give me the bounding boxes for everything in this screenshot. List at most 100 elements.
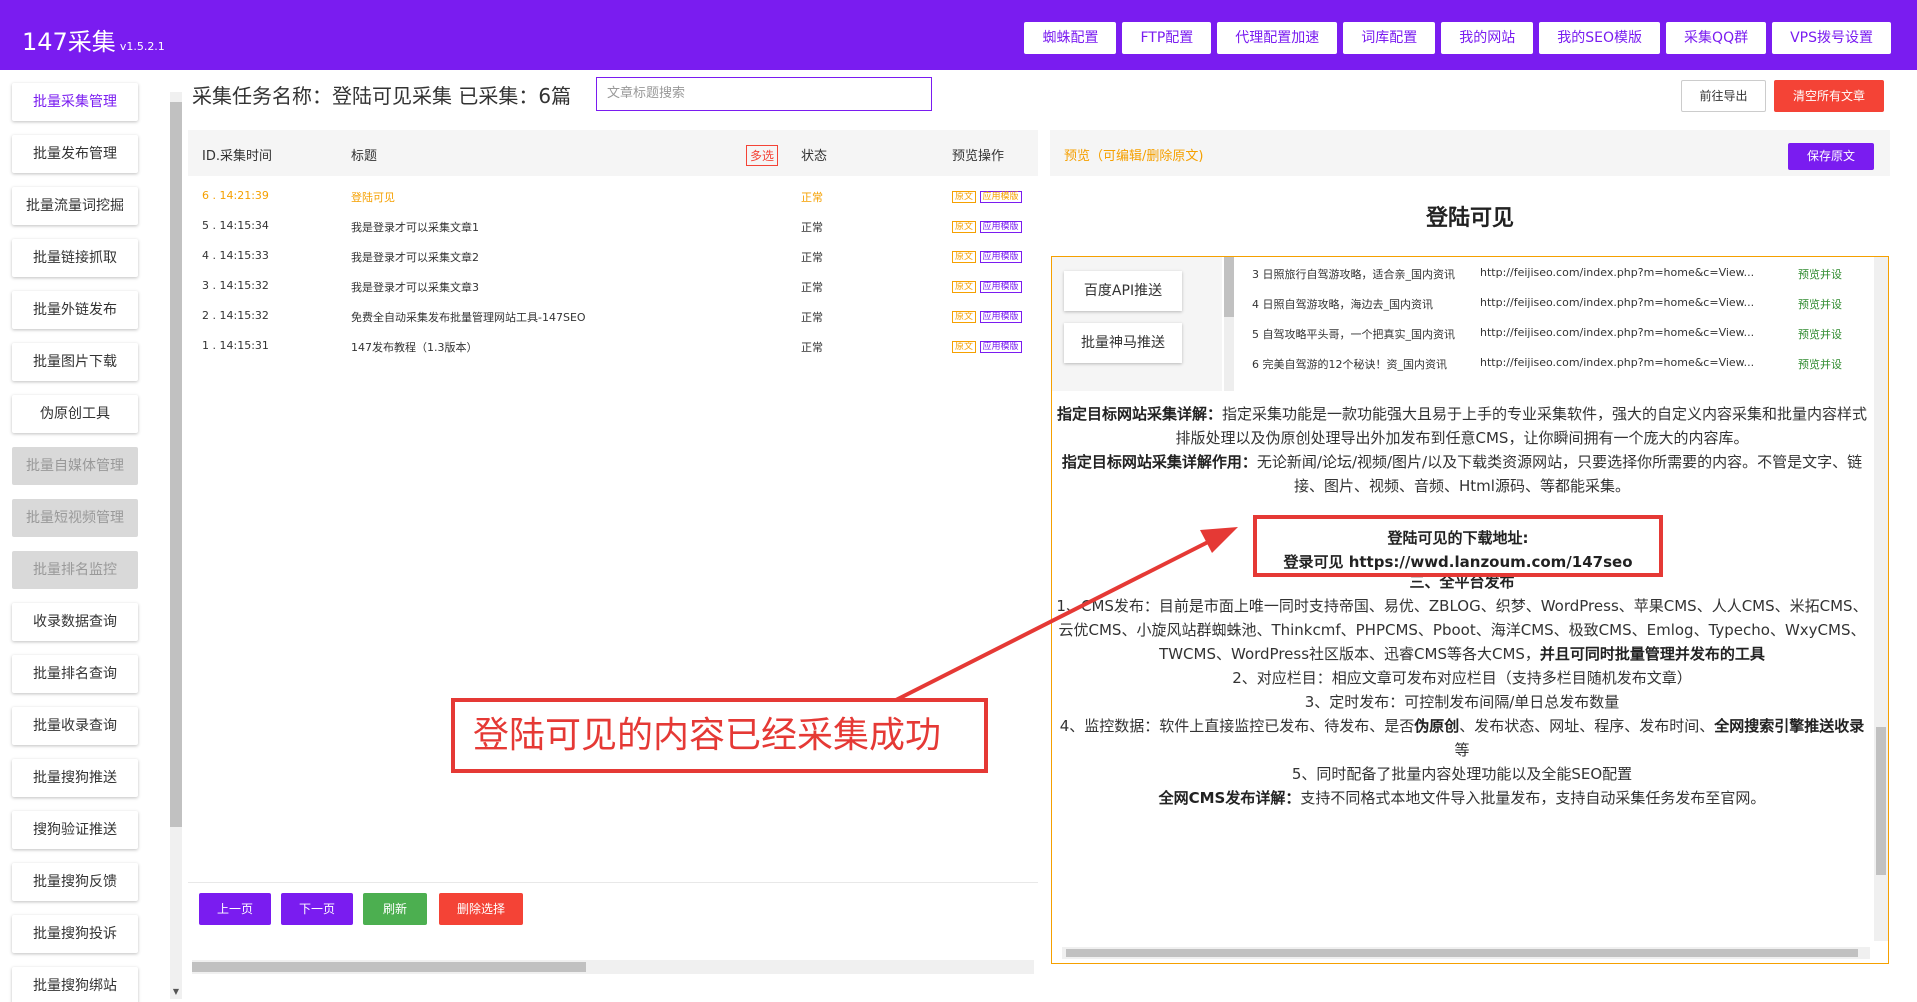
- content-paragraph: 全网CMS发布详解：支持不同格式本地文件导入批量发布，支持自动采集任务发布至官网…: [1056, 786, 1868, 810]
- table-row[interactable]: 5 . 14:15:34 我是登录才可以采集文章1 正常 原文 应用模版: [188, 210, 1038, 240]
- article-search-input[interactable]: 文章标题搜索: [596, 77, 932, 111]
- sidebar-item-rank-query[interactable]: 批量排名查询: [12, 655, 138, 693]
- top-bar: 147采集 v1.5.2.1 蜘蛛配置 FTP配置 代理配置加速 词库配置 我的网…: [0, 0, 1917, 70]
- content-paragraph: 1、CMS发布：目前是市面上唯一同时支持帝国、易优、ZBLOG、织梦、WordP…: [1056, 594, 1868, 666]
- apply-template-button[interactable]: 应用模版: [979, 251, 1022, 263]
- embed-row-title: 4 日照自驾游攻略，海边去_国内资讯: [1252, 298, 1433, 311]
- preview-editor[interactable]: 百度API推送 批量神马推送 3 日照旅行自驾游攻略，适合亲_国内资讯 http…: [1051, 256, 1889, 964]
- header-id-time: ID.采集时间: [202, 149, 272, 164]
- table-row[interactable]: 3 . 14:15:32 我是登录才可以采集文章3 正常 原文 应用模版: [188, 270, 1038, 300]
- view-original-button[interactable]: 原文: [952, 251, 977, 263]
- nav-vps-dialup[interactable]: VPS拨号设置: [1772, 22, 1891, 54]
- row-title[interactable]: 我是登录才可以采集文章2: [351, 249, 479, 265]
- next-page-button[interactable]: 下一页: [281, 893, 353, 925]
- article-content[interactable]: 指定目标网站采集详解：指定采集功能是一款功能强大且易于上手的专业采集软件，强大的…: [1052, 402, 1872, 810]
- row-title[interactable]: 登陆可见: [351, 189, 395, 205]
- embed-baidu-push-button: 百度API推送: [1064, 271, 1182, 311]
- sidebar-item-index-query[interactable]: 批量收录查询: [12, 707, 138, 745]
- sidebar-item-rank-monitor: 批量排名监控: [12, 551, 138, 589]
- embed-row: 4 日照自驾游攻略，海边去_国内资讯 http://feijiseo.com/i…: [1252, 287, 1882, 317]
- sidebar-item-image-download[interactable]: 批量图片下载: [12, 343, 138, 381]
- download-box-title: 登陆可见的下载地址:: [1387, 529, 1529, 547]
- task-title: 采集任务名称：登陆可见采集 已采集：6篇: [192, 83, 572, 108]
- sidebar-scroll-thumb[interactable]: [170, 102, 182, 827]
- table-row[interactable]: 1 . 14:15:31 147发布教程（1.3版本） 正常 原文 应用模版: [188, 330, 1038, 360]
- clear-all-button[interactable]: 清空所有文章: [1774, 80, 1884, 112]
- table-row[interactable]: 4 . 14:15:33 我是登录才可以采集文章2 正常 原文 应用模版: [188, 240, 1038, 270]
- apply-template-button[interactable]: 应用模版: [979, 221, 1022, 233]
- view-original-button[interactable]: 原文: [952, 281, 977, 293]
- row-title[interactable]: 我是登录才可以采集文章1: [351, 219, 479, 235]
- row-id-time: 5 . 14:15:34: [202, 219, 269, 232]
- delete-selected-button[interactable]: 删除选择: [439, 893, 523, 925]
- row-title[interactable]: 我是登录才可以采集文章3: [351, 279, 479, 295]
- scroll-down-icon[interactable]: ▼: [170, 987, 182, 997]
- apply-template-button[interactable]: 应用模版: [979, 191, 1022, 203]
- content-text: 指定采集功能是一款功能强大且易于上手的专业采集软件，强大的自定义内容采集和批量内…: [1175, 405, 1868, 447]
- view-original-button[interactable]: 原文: [952, 191, 977, 203]
- embed-shenma-push-button: 批量神马推送: [1064, 323, 1182, 363]
- list-horizontal-scrollbar[interactable]: [192, 960, 1034, 974]
- sidebar-item-backlink-publish[interactable]: 批量外链发布: [12, 291, 138, 329]
- row-title[interactable]: 免费全自动采集发布批量管理网站工具-147SEO: [351, 309, 586, 325]
- nav-seo-templates[interactable]: 我的SEO模版: [1539, 22, 1661, 54]
- save-original-button[interactable]: 保存原文: [1788, 143, 1874, 170]
- sidebar-item-batch-collect[interactable]: 批量采集管理: [12, 83, 138, 121]
- embed-sidebar: 百度API推送 批量神马推送: [1052, 257, 1222, 391]
- top-nav: 蜘蛛配置 FTP配置 代理配置加速 词库配置 我的网站 我的SEO模版 采集QQ…: [1024, 22, 1891, 54]
- table-row[interactable]: 6 . 14:21:39 登陆可见 正常 原文 应用模版: [188, 180, 1038, 210]
- editor-scroll-thumb[interactable]: [1876, 727, 1886, 875]
- row-id-time: 2 . 14:15:32: [202, 309, 269, 322]
- refresh-button[interactable]: 刷新: [363, 893, 427, 925]
- sidebar-item-sogou-complaint[interactable]: 批量搜狗投诉: [12, 915, 138, 953]
- embed-row-url: http://feijiseo.com/index.php?m=home&c=V…: [1480, 356, 1755, 369]
- content-paragraph: 3、定时发布：可控制发布间隔/单日总发布数量: [1304, 693, 1620, 711]
- nav-lexicon-config[interactable]: 词库配置: [1343, 22, 1436, 54]
- content-paragraph: 指定目标网站采集详解作用：无论新闻/论坛/视频/图片/以及下载类资源网站，只要选…: [1056, 450, 1868, 498]
- nav-my-sites[interactable]: 我的网站: [1441, 22, 1534, 54]
- sidebar-item-keyword-mining[interactable]: 批量流量词挖掘: [12, 187, 138, 225]
- sidebar: 批量采集管理 批量发布管理 批量流量词挖掘 批量链接抓取 批量外链发布 批量图片…: [0, 70, 186, 1002]
- embed-row-url: http://feijiseo.com/index.php?m=home&c=V…: [1480, 266, 1755, 279]
- row-title[interactable]: 147发布教程（1.3版本）: [351, 339, 478, 355]
- apply-template-button[interactable]: 应用模版: [979, 341, 1022, 353]
- sidebar-item-sogou-bind[interactable]: 批量搜狗绑站: [12, 967, 138, 1002]
- apply-template-button[interactable]: 应用模版: [979, 281, 1022, 293]
- editor-horizontal-scrollbar[interactable]: [1062, 947, 1870, 959]
- table-row[interactable]: 2 . 14:15:32 免费全自动采集发布批量管理网站工具-147SEO 正常…: [188, 300, 1038, 330]
- content-paragraph: 2、对应栏目：相应文章可发布对应栏目（支持多栏目随机发布文章）: [1232, 669, 1692, 687]
- nav-spider-config[interactable]: 蜘蛛配置: [1024, 22, 1117, 54]
- embed-row-title: 3 日照旅行自驾游攻略，适合亲_国内资讯: [1252, 268, 1455, 281]
- embed-row-action: 预览并设: [1798, 328, 1842, 341]
- download-box-link[interactable]: 登录可见 https://wwd.lanzoum.com/147seo: [1257, 550, 1659, 574]
- row-status: 正常: [801, 311, 823, 324]
- sidebar-item-link-crawl[interactable]: 批量链接抓取: [12, 239, 138, 277]
- sidebar-item-batch-publish[interactable]: 批量发布管理: [12, 135, 138, 173]
- preview-label: 预览（可编辑/删除原文): [1064, 149, 1204, 164]
- nav-qq-group[interactable]: 采集QQ群: [1666, 22, 1767, 54]
- export-button[interactable]: 前往导出: [1681, 80, 1766, 112]
- view-original-button[interactable]: 原文: [952, 311, 977, 323]
- content-paragraph: 5、同时配备了批量内容处理功能以及全能SEO配置: [1291, 765, 1633, 783]
- apply-template-button[interactable]: 应用模版: [979, 311, 1022, 323]
- nav-ftp-config[interactable]: FTP配置: [1122, 22, 1212, 54]
- content-bold-label: 指定目标网站采集详解作用：: [1061, 453, 1257, 471]
- sidebar-item-index-data[interactable]: 收录数据查询: [12, 603, 138, 641]
- sidebar-item-sogou-push[interactable]: 批量搜狗推送: [12, 759, 138, 797]
- prev-page-button[interactable]: 上一页: [199, 893, 271, 925]
- sidebar-item-pseudo-original[interactable]: 伪原创工具: [12, 395, 138, 433]
- content-bold-label: 并且可同时批量管理并发布的工具: [1539, 645, 1765, 663]
- multi-select-button[interactable]: 多选: [746, 145, 779, 166]
- view-original-button[interactable]: 原文: [952, 341, 977, 353]
- sidebar-item-sogou-verify-push[interactable]: 搜狗验证推送: [12, 811, 138, 849]
- view-original-button[interactable]: 原文: [952, 221, 977, 233]
- list-scroll-thumb[interactable]: [192, 962, 586, 972]
- embed-row-url: http://feijiseo.com/index.php?m=home&c=V…: [1480, 296, 1755, 309]
- editor-hscroll-thumb[interactable]: [1066, 949, 1858, 957]
- sidebar-item-sogou-feedback[interactable]: 批量搜狗反馈: [12, 863, 138, 901]
- app-name: 147采集: [22, 28, 116, 56]
- nav-proxy-config[interactable]: 代理配置加速: [1217, 22, 1338, 54]
- sidebar-scrollbar[interactable]: ▼: [170, 92, 182, 999]
- header-actions: 预览操作: [952, 149, 1005, 164]
- editor-vertical-scrollbar[interactable]: [1874, 257, 1888, 941]
